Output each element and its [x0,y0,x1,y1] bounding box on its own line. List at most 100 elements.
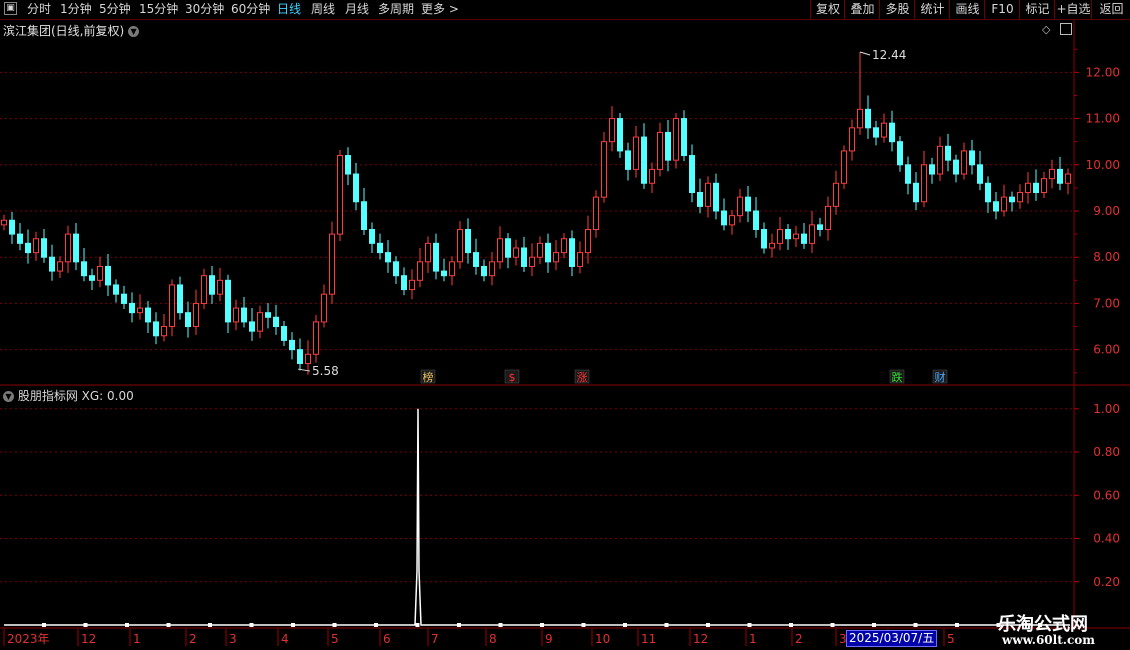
period-tab-3[interactable]: 15分钟 [139,0,178,19]
time-label: 12 [693,632,708,646]
candle-body [297,349,303,365]
time-label: 12 [81,632,96,646]
xg-dot [291,623,295,627]
indicator-panel-title: ▼ 股朋指标网 XG: 0.00 [3,387,134,404]
candle-body [633,136,639,170]
xg-dot [955,623,959,627]
price-tick-label: 11.00 [1086,112,1120,126]
candle-body [265,312,271,318]
stock-name-period: 滨江集团(日线,前复权) [3,24,125,38]
candle-body [921,164,927,203]
candle-body [353,173,359,203]
high-pointer [859,51,871,56]
candle-body [73,233,79,263]
candle-body [49,256,55,272]
tool-button-3[interactable]: 统计 [914,0,950,19]
candle-body [881,122,887,138]
indicator-tick-label: 0.60 [1093,488,1120,502]
candle-body [161,326,167,337]
xg-dot [623,623,627,627]
candle-body [401,275,407,291]
candle-body [873,127,879,138]
panel-layout-icon[interactable] [1060,23,1072,35]
chevron-down-icon[interactable]: ▼ [3,391,14,402]
candle-body [57,261,63,272]
period-tab-7[interactable]: 周线 [311,0,335,19]
price-tick-label: 7.00 [1093,296,1120,310]
event-marker: 涨 [577,371,588,384]
period-tab-5[interactable]: 60分钟 [231,0,270,19]
time-label: 2 [189,632,197,646]
candle-body [233,307,239,323]
event-marker: 跌 [892,370,903,384]
candle-body [969,150,975,166]
indicator-tick-label: 1.00 [1093,402,1120,416]
candle-body [641,136,647,184]
candle-body [769,242,775,249]
candle-body [449,261,455,277]
candle-body [441,270,447,277]
chevron-down-icon[interactable]: ▼ [128,26,140,37]
candle-body [937,145,943,175]
candle-body [777,228,783,244]
tool-button-6[interactable]: 标记 [1019,0,1055,19]
candle-body [601,141,607,198]
candle-body [1009,196,1015,203]
window-menu-icon[interactable]: ▣ [4,2,17,15]
period-tab-8[interactable]: 月线 [345,0,369,19]
candle-body [753,210,759,230]
tool-button-2[interactable]: 多股 [879,0,915,19]
xg-dot [789,623,793,627]
candle-body [129,302,135,314]
period-tab-0[interactable]: 分时 [27,0,51,19]
kline-chart[interactable]: 12.445.58 榜 $ 涨跌财 12.0011.0010.009.008.007.… [0,0,1130,650]
diamond-icon[interactable]: ◇ [1042,23,1050,36]
period-tab-4[interactable]: 30分钟 [185,0,224,19]
candle-body [425,242,431,263]
period-tab-6[interactable]: 日线 [277,0,301,19]
candle-body [169,284,175,328]
candle-body [433,242,439,272]
xg-dot [830,623,835,627]
candle-body [481,265,487,277]
candle-body [561,238,567,254]
candle-body [1017,192,1023,203]
period-tab-2[interactable]: 5分钟 [99,0,131,19]
candle-body [369,228,375,244]
crosshair-date-box: 2025/03/07/五 [846,630,938,647]
candle-body [537,242,543,258]
period-tab-9[interactable]: 多周期 [378,0,414,19]
candle-body [689,155,695,194]
indicator-title-text: 股朋指标网 XG: 0.00 [17,389,134,403]
candle-body [1001,196,1007,212]
watermark-url: www.60lt.com [1002,633,1095,647]
candle-body [929,164,935,175]
candle-body [529,256,535,267]
candle-body [65,233,71,263]
candle-body [1,219,7,226]
high-price-label: 12.44 [872,48,906,62]
tool-button-8[interactable]: 返回 [1091,0,1130,19]
candle-body [145,307,151,323]
candle-body [113,284,119,295]
tool-button-5[interactable]: F10 [984,0,1020,19]
candle-body [905,164,911,184]
period-tab-10[interactable]: 更多 > [421,0,459,19]
candle-body [33,238,39,254]
indicator-series [4,408,1070,627]
price-tick-label: 9.00 [1093,204,1120,218]
candle-body [97,265,103,281]
candle-body [625,150,631,170]
candle-body [121,293,127,304]
time-label: 5 [331,632,339,646]
tool-button-7[interactable]: +自选 [1054,0,1092,19]
tool-button-4[interactable]: 画线 [949,0,985,19]
candle-body [409,279,415,291]
period-tab-1[interactable]: 1分钟 [60,0,92,19]
time-label: 10 [595,632,610,646]
candle-body [825,205,831,230]
candle-body [729,215,735,226]
candle-body [257,312,263,332]
tool-button-1[interactable]: 叠加 [844,0,880,19]
tool-button-0[interactable]: 复权 [810,0,845,19]
